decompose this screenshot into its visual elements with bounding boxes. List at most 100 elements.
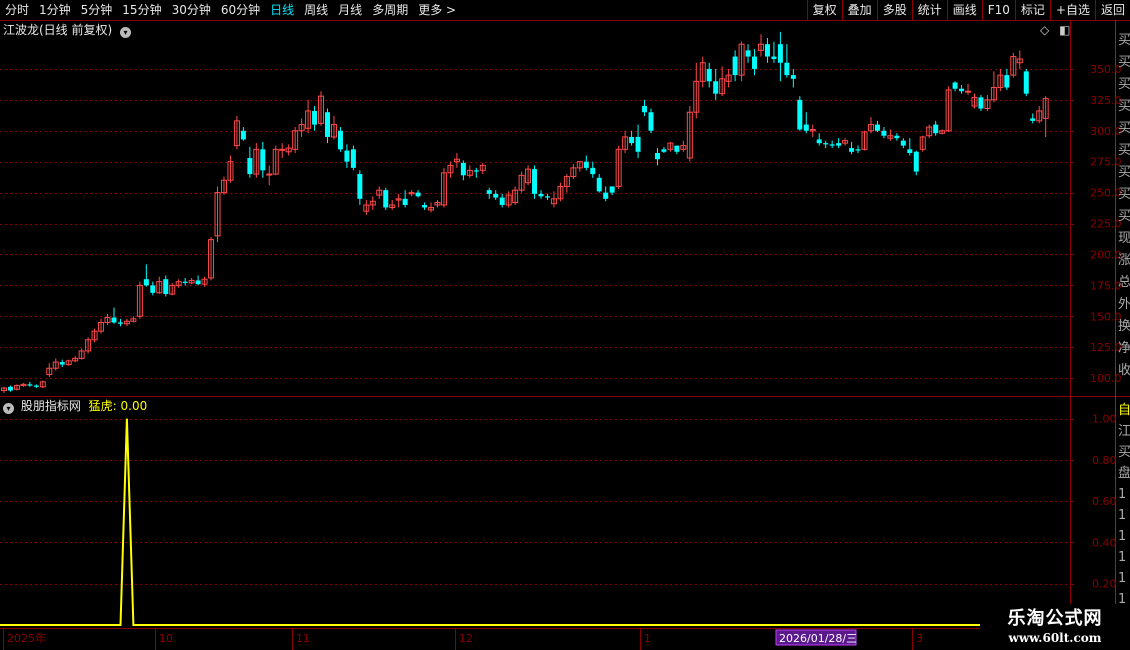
- candle-body-down: [881, 130, 887, 136]
- candle-body-down: [836, 143, 842, 146]
- candle-body-down: [900, 140, 906, 146]
- candle-body-down: [907, 149, 913, 154]
- sidebar-char: 盘: [1118, 465, 1130, 481]
- sidebar-char: 1: [1118, 487, 1126, 502]
- chart-canvas[interactable]: 350.0 325.0 300.0 275.0 250.0 225.0 200.0 175.0…: [0, 0, 1130, 650]
- candle-body-down: [764, 44, 770, 57]
- candle-body-up: [266, 173, 273, 176]
- candle-body-down: [1030, 118, 1036, 121]
- price-tick-label: 350.0: [1090, 63, 1122, 76]
- watermark-url: www.60lt.com: [1008, 631, 1102, 645]
- indicator-tick-label: 0.80: [1092, 454, 1117, 467]
- time-tick-label: 1: [644, 632, 651, 645]
- candle-body-down: [952, 82, 958, 89]
- candle-body-down: [493, 193, 499, 198]
- candle-body-down: [27, 384, 33, 386]
- candle-body-down: [247, 157, 253, 175]
- candle-body-up: [279, 148, 286, 151]
- candle-body-down: [532, 169, 538, 194]
- sidebar-char: 涨: [1118, 253, 1130, 268]
- candle-body-down: [33, 385, 39, 387]
- time-tick-label: 10: [159, 632, 173, 645]
- candle-body-down: [422, 204, 428, 208]
- candle-body-down: [111, 317, 117, 323]
- watermark: 乐淘公式网 www.60lt.com: [980, 604, 1130, 650]
- candle-body-down: [337, 130, 343, 150]
- candle-body-down: [894, 135, 900, 139]
- price-tick-label: 150.0: [1090, 310, 1122, 323]
- watermark-title: 乐淘公式网: [1007, 608, 1103, 629]
- indicator-tick-label: 0.40: [1092, 536, 1117, 549]
- sidebar-char: 买: [1118, 77, 1130, 92]
- sidebar-char: 买: [1118, 209, 1130, 224]
- sidebar-char: 1: [1118, 508, 1126, 523]
- candle-body-down: [7, 386, 13, 391]
- candle-body-down: [803, 124, 809, 131]
- candle-body-down: [661, 149, 667, 152]
- candle-body-down: [163, 279, 169, 295]
- candle-body-down: [874, 124, 880, 131]
- candle-body-down: [240, 130, 246, 140]
- candle-body-down: [603, 192, 609, 199]
- candle-body-down: [59, 362, 65, 365]
- candle-body-down: [1004, 75, 1010, 88]
- candle-body-down: [777, 44, 783, 63]
- candle-body-down: [713, 81, 719, 94]
- candle-body-down: [913, 151, 919, 172]
- candle-body-down: [706, 68, 712, 82]
- sidebar-char: 买: [1118, 121, 1130, 136]
- time-tick-label: 12: [459, 632, 473, 645]
- candle-body-down: [596, 177, 602, 192]
- candle-body-down: [674, 145, 680, 152]
- time-tick-label: 3: [916, 632, 923, 645]
- candle-body-down: [583, 161, 589, 168]
- price-tick-label: 250.0: [1090, 187, 1122, 200]
- candle-body-down: [473, 170, 479, 172]
- candle-body-down: [732, 56, 738, 76]
- candle-body-down: [415, 192, 421, 197]
- sidebar-char: 换: [1118, 319, 1130, 334]
- candle-body-down: [629, 136, 635, 144]
- candle-body-down: [978, 97, 984, 109]
- sidebar-char: 买: [1118, 55, 1130, 70]
- candle-body-down: [325, 112, 330, 137]
- candle-body-down: [590, 167, 596, 175]
- candle-body-down: [648, 112, 654, 131]
- candle-body-down: [402, 198, 408, 205]
- time-tick-label: 2025年: [7, 631, 46, 645]
- sidebar-char: 自: [1118, 403, 1130, 418]
- candle-body-down: [195, 280, 201, 285]
- sidebar-char: 买: [1118, 187, 1130, 202]
- sidebar-char: 买: [1118, 445, 1130, 460]
- candle-body-down: [344, 150, 350, 162]
- candle-body-down: [829, 144, 835, 146]
- price-tick-label: 325.0: [1090, 94, 1122, 107]
- candle-body-down: [357, 174, 363, 199]
- indicator-tick-label: 1.00: [1092, 413, 1117, 426]
- candle-body-down: [849, 148, 855, 152]
- indicator-tick-label: 0.20: [1092, 578, 1117, 591]
- indicator-line-menghu: [0, 418, 1110, 626]
- candle-body-down: [182, 281, 188, 283]
- candle-body-down: [312, 110, 318, 125]
- candle-body-down: [771, 56, 777, 60]
- candle-body-down: [117, 322, 123, 324]
- sidebar-char: 1: [1118, 550, 1126, 565]
- sidebar-char: 外: [1118, 297, 1130, 312]
- candle-body-down: [499, 197, 505, 205]
- candle-body-down: [959, 88, 965, 92]
- sidebar-char: 收: [1118, 363, 1130, 378]
- price-tick-label: 275.0: [1090, 156, 1122, 169]
- sidebar-char: 1: [1118, 571, 1126, 586]
- candle-body-down: [538, 193, 544, 197]
- candle-body-down: [609, 186, 615, 193]
- candle-body-down: [933, 124, 939, 134]
- candle-body-down: [260, 149, 266, 171]
- candle-body-down: [150, 285, 156, 293]
- price-tick-label: 200.0: [1090, 248, 1122, 261]
- price-tick-label: 300.0: [1090, 125, 1122, 138]
- date-cursor-label: 2026/01/28/三: [779, 632, 857, 645]
- candle-body-down: [1023, 71, 1029, 94]
- candle-body-down: [823, 143, 829, 145]
- candle-body-down: [383, 190, 389, 208]
